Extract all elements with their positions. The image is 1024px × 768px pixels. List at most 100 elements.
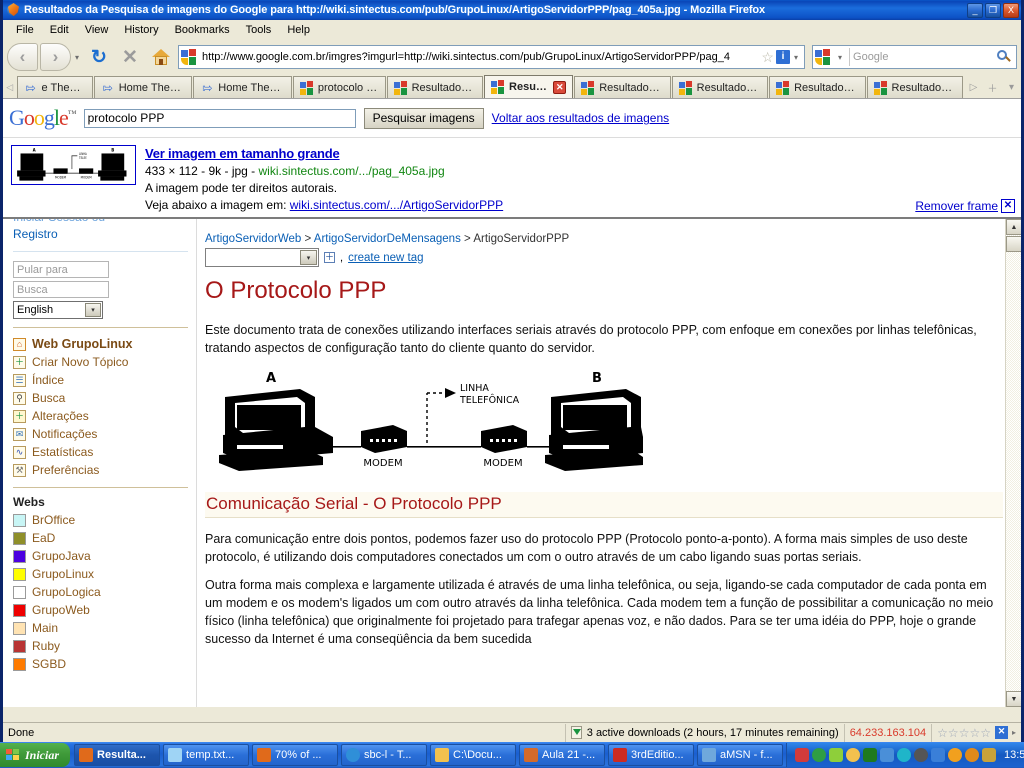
taskbar-item-temp-txt[interactable]: temp.txt... bbox=[163, 744, 250, 766]
sidebar-item-criar-novo-topico[interactable]: ＋ Criar Novo Tópico bbox=[13, 353, 188, 371]
tray-icon-1[interactable] bbox=[795, 748, 810, 762]
search-icon[interactable] bbox=[997, 49, 1012, 65]
tray-icon-8[interactable] bbox=[914, 748, 929, 762]
tray-icon-5[interactable] bbox=[863, 748, 878, 762]
minimize-button[interactable]: _ bbox=[967, 2, 983, 18]
scroll-down-icon[interactable]: ▼ bbox=[1006, 691, 1021, 707]
search-bar[interactable]: ▾ Google bbox=[812, 45, 1017, 69]
google-query-input[interactable]: protocolo PPP bbox=[83, 108, 356, 128]
web-item-grupolinux[interactable]: GrupoLinux bbox=[13, 565, 188, 583]
web-item-grupojava[interactable]: GrupoJava bbox=[13, 547, 188, 565]
sidebar-item-preferencias[interactable]: ⚒ Preferências bbox=[13, 461, 188, 479]
language-select[interactable]: English ▾ bbox=[13, 301, 103, 319]
site-info-icon[interactable]: i bbox=[775, 50, 790, 64]
new-tab-icon[interactable]: ＋ bbox=[983, 76, 1002, 98]
chevron-down-icon[interactable]: ▾ bbox=[85, 303, 101, 317]
star-icon[interactable]: ☆ bbox=[948, 727, 959, 739]
taskbar-item-3rdedition[interactable]: 3rdEditio... bbox=[608, 744, 695, 766]
close-icon[interactable]: ✕ bbox=[1001, 199, 1015, 213]
sidebar-item-estatisticas[interactable]: ∿ Estatísticas bbox=[13, 443, 188, 461]
close-button[interactable]: X bbox=[1003, 2, 1019, 18]
tab-4[interactable]: Resultados ... bbox=[386, 76, 484, 98]
tab-7[interactable]: Resultados ... bbox=[671, 76, 769, 98]
sidebar-item-indice[interactable]: ☰ Índice bbox=[13, 371, 188, 389]
home-button[interactable] bbox=[147, 43, 175, 71]
tab-3[interactable]: protocolo P... bbox=[292, 76, 386, 98]
taskbar-item-sbc-l[interactable]: sbc-l - T... bbox=[341, 744, 428, 766]
tray-icon-4[interactable] bbox=[846, 748, 861, 762]
taskbar-item-aula21[interactable]: Aula 21 -... bbox=[519, 744, 606, 766]
page-rating-cell[interactable]: ☆ ☆ ☆ ☆ ☆ ✕ ▸ bbox=[931, 723, 1021, 742]
back-button[interactable]: ‹ bbox=[7, 43, 38, 71]
taskbar-item-resulta[interactable]: Resulta... bbox=[74, 744, 161, 766]
rating-stars[interactable]: ☆ ☆ ☆ ☆ ☆ bbox=[937, 727, 991, 739]
menu-view[interactable]: View bbox=[78, 22, 116, 38]
tab-2[interactable]: ⇰ Home Theat... bbox=[193, 76, 292, 98]
tray-icon-12[interactable] bbox=[982, 748, 997, 762]
tab-6[interactable]: Resultados ... bbox=[574, 76, 671, 98]
address-bar[interactable]: http://www.google.com.br/imgres?imgurl=h… bbox=[178, 45, 805, 69]
web-item-ead[interactable]: EaD bbox=[13, 529, 188, 547]
star-icon[interactable]: ☆ bbox=[969, 727, 980, 739]
menu-history[interactable]: History bbox=[117, 22, 165, 38]
tab-9[interactable]: Resultados ... bbox=[866, 76, 963, 98]
remove-frame-control[interactable]: Remover frame ✕ bbox=[915, 199, 1015, 213]
menu-file[interactable]: File bbox=[9, 22, 41, 38]
chevron-down-icon[interactable]: ▾ bbox=[790, 53, 802, 62]
add-tag-icon[interactable]: ＋ bbox=[324, 252, 335, 263]
breadcrumb-item-1[interactable]: ArtigoServidorDeMensagens bbox=[314, 233, 461, 245]
jump-to-input[interactable]: Pular para bbox=[13, 261, 109, 278]
extension-badge-icon[interactable]: ✕ bbox=[994, 726, 1008, 739]
bookmark-star-icon[interactable]: ☆ bbox=[759, 49, 776, 66]
page-source-link[interactable]: wiki.sintectus.com/.../ArtigoServidorPPP bbox=[290, 198, 503, 212]
tab-0[interactable]: ⇰ e Theat... bbox=[16, 76, 93, 98]
sidebar-item-busca[interactable]: ⚲ Busca bbox=[13, 389, 188, 407]
sidebar-search-input[interactable]: Busca bbox=[13, 281, 109, 298]
menu-edit[interactable]: Edit bbox=[43, 22, 76, 38]
register-link[interactable]: Registro bbox=[13, 226, 188, 243]
tab-scroll-left-icon[interactable]: ◁ bbox=[3, 76, 17, 98]
image-thumbnail[interactable]: A B MODEM MODEM LINHA TELEF. bbox=[11, 145, 136, 185]
taskbar-item-amsn[interactable]: aMSN - f... bbox=[697, 744, 784, 766]
web-item-ruby[interactable]: Ruby bbox=[13, 637, 188, 655]
scroll-up-icon[interactable]: ▲ bbox=[1006, 219, 1021, 235]
chevron-right-icon[interactable]: ▸ bbox=[1012, 728, 1016, 737]
remove-frame-link[interactable]: Remover frame bbox=[915, 199, 998, 213]
forward-button[interactable]: › bbox=[40, 43, 71, 71]
tray-icon-3[interactable] bbox=[829, 748, 844, 762]
create-new-tag-link[interactable]: create new tag bbox=[348, 252, 423, 264]
menu-bookmarks[interactable]: Bookmarks bbox=[168, 22, 237, 38]
menu-tools[interactable]: Tools bbox=[239, 22, 279, 38]
tray-icon-2[interactable] bbox=[812, 748, 827, 762]
breadcrumb-item-0[interactable]: ArtigoServidorWeb bbox=[205, 233, 301, 245]
search-images-button[interactable]: Pesquisar imagens bbox=[363, 107, 484, 129]
web-item-grupologica[interactable]: GrupoLogica bbox=[13, 583, 188, 601]
tray-icon-9[interactable] bbox=[931, 748, 946, 762]
tab-1[interactable]: ⇰ Home Theat... bbox=[93, 76, 193, 98]
web-item-grupoweb[interactable]: GrupoWeb bbox=[13, 601, 188, 619]
web-item-main[interactable]: Main bbox=[13, 619, 188, 637]
tag-select[interactable]: ▾ bbox=[205, 248, 319, 267]
scrollbar-thumb[interactable] bbox=[1006, 236, 1021, 252]
sidebar-item-web-grupolinux[interactable]: ⌂ Web GrupoLinux bbox=[13, 335, 188, 353]
reload-icon[interactable]: ↻ bbox=[85, 43, 113, 71]
start-button[interactable]: Iniciar bbox=[0, 743, 71, 767]
login-row[interactable]: Iniciar Sessão ou bbox=[13, 219, 188, 226]
chevron-down-icon[interactable]: ▾ bbox=[300, 250, 317, 265]
tray-icon-7[interactable] bbox=[897, 748, 912, 762]
downloads-status[interactable]: 3 active downloads (2 hours, 17 minutes … bbox=[564, 723, 844, 742]
stop-icon[interactable]: ✕ bbox=[116, 43, 144, 71]
web-item-broffice[interactable]: BrOffice bbox=[13, 511, 188, 529]
tray-icon-11[interactable] bbox=[965, 748, 980, 762]
star-icon[interactable]: ☆ bbox=[980, 727, 991, 739]
taskbar-item-explorer[interactable]: C:\Docu... bbox=[430, 744, 517, 766]
tray-icon-10[interactable] bbox=[948, 748, 963, 762]
tab-5-active[interactable]: Result... ✕ bbox=[484, 75, 574, 98]
taskbar-item-download[interactable]: 70% of ... bbox=[252, 744, 339, 766]
star-icon[interactable]: ☆ bbox=[937, 727, 948, 739]
tab-8[interactable]: Resultados ... bbox=[769, 76, 866, 98]
maximize-button[interactable]: ❐ bbox=[985, 2, 1001, 18]
sidebar-item-notificacoes[interactable]: ✉ Notificações bbox=[13, 425, 188, 443]
tab-list-icon[interactable]: ▾ bbox=[1002, 76, 1021, 98]
sidebar-item-alteracoes[interactable]: ＋ Alterações bbox=[13, 407, 188, 425]
